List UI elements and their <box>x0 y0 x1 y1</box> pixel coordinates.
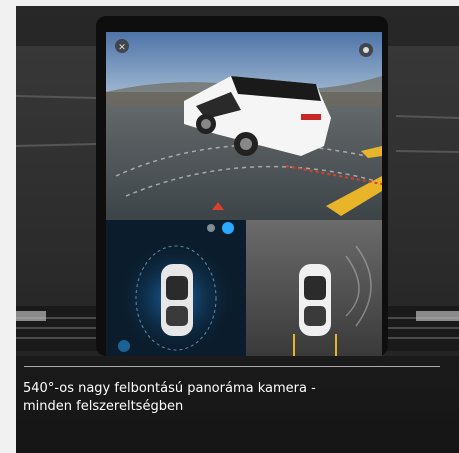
active-view-icon[interactable] <box>222 222 234 234</box>
page: ✕ 540°-os nagy felbontású panoráma kamer… <box>0 0 459 453</box>
view-mode-icon[interactable] <box>207 224 215 232</box>
surround-view-panel <box>106 220 246 356</box>
caption-line-2: minden felszereltségben <box>23 399 184 414</box>
photo-caption: 540°-os nagy felbontású panoráma kamera … <box>23 380 443 416</box>
svg-text:✕: ✕ <box>118 43 126 53</box>
birds-eye-panel <box>246 220 382 356</box>
3d-camera-view: ✕ <box>106 32 383 220</box>
caption-divider <box>24 366 440 367</box>
caption-line-1: 540°-os nagy felbontású panoráma kamera … <box>23 381 316 396</box>
